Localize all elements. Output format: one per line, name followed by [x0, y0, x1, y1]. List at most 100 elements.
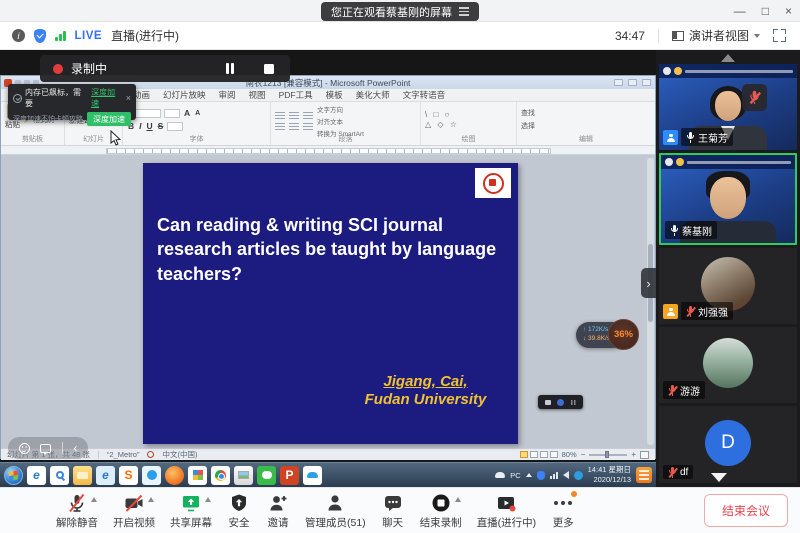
system-monitor-widget[interactable]: ↑ 172K/s ↓ 39.8K/s 36%: [576, 319, 639, 351]
close-button[interactable]: ×: [785, 5, 792, 17]
tray-expand-icon[interactable]: [526, 473, 532, 477]
grow-font-button[interactable]: A: [183, 108, 191, 118]
firefox-icon[interactable]: [165, 466, 184, 485]
sogou-icon[interactable]: S: [119, 466, 138, 485]
shapes-row[interactable]: \ □ ○: [425, 110, 459, 119]
shapes-row[interactable]: △ ◇ ☆: [425, 120, 459, 129]
align-left-button[interactable]: [275, 123, 285, 131]
photo-viewer-icon[interactable]: [234, 466, 253, 485]
folder-icon[interactable]: [73, 466, 92, 485]
expand-panel-button[interactable]: ›: [641, 268, 656, 298]
stop-recording-button[interactable]: 结束录制: [418, 492, 464, 530]
participant-tile-youyou[interactable]: 游游: [659, 327, 797, 403]
align-right-button[interactable]: [303, 123, 313, 131]
zoom-in-button[interactable]: +: [631, 451, 636, 459]
deep-boost-button[interactable]: 深度加速: [87, 112, 131, 126]
powerpoint-window-controls[interactable]: [614, 79, 651, 86]
pause-recording-button[interactable]: [226, 63, 235, 74]
tray-speaker-icon[interactable]: [563, 471, 569, 479]
align-text-button[interactable]: 对齐文本: [317, 116, 364, 126]
mic-options-arrow[interactable]: [91, 497, 97, 502]
spellcheck-icon[interactable]: [147, 451, 154, 458]
zoom-out-button[interactable]: −: [581, 451, 586, 459]
qq-browser-icon[interactable]: [142, 466, 161, 485]
align-center-button[interactable]: [289, 123, 299, 131]
deep-boost-link[interactable]: 深度加速: [91, 87, 123, 109]
participant-tile-df[interactable]: D df: [659, 406, 797, 483]
taskbar-clock[interactable]: 14:41 星期日 2020/12/13: [588, 465, 631, 485]
indent-button[interactable]: [303, 112, 313, 120]
slide[interactable]: Can reading & writing SCI journal resear…: [143, 163, 518, 444]
tab-text-to-speech[interactable]: 文字转语音: [403, 89, 446, 101]
select-button[interactable]: 选择: [521, 121, 535, 131]
participant-tile-caijigang[interactable]: 蔡基刚: [659, 153, 797, 245]
media-icon[interactable]: [545, 400, 551, 405]
media-play-icon[interactable]: [557, 399, 564, 406]
zoom-slider-thumb[interactable]: [605, 451, 609, 458]
minimize-button[interactable]: —: [734, 5, 746, 17]
popup-close-icon[interactable]: ×: [126, 94, 131, 103]
text-direction-button[interactable]: 文字方向: [317, 104, 364, 114]
share-options-arrow[interactable]: [205, 497, 211, 502]
participant-tile-liuqiangqiang[interactable]: 刘强强: [659, 248, 797, 324]
collapse-icon[interactable]: ‹: [73, 442, 77, 454]
tray-network-icon[interactable]: [550, 472, 558, 479]
emoji-reaction-icon[interactable]: [19, 443, 30, 454]
media-more-icon[interactable]: [571, 400, 577, 405]
wechat-icon[interactable]: [257, 466, 276, 485]
end-meeting-button[interactable]: 结束会议: [704, 494, 788, 527]
tab-review[interactable]: 审阅: [219, 89, 236, 101]
browser-icon[interactable]: e: [96, 466, 115, 485]
vertical-scrollbar[interactable]: [647, 158, 654, 445]
strikethrough-button[interactable]: S: [157, 121, 165, 131]
memory-usage-ball[interactable]: 36%: [608, 319, 639, 350]
meeting-protection-shield-icon[interactable]: [34, 29, 46, 43]
start-button[interactable]: [4, 466, 23, 485]
fit-to-window-button[interactable]: [640, 451, 649, 459]
screen-viewing-banner[interactable]: 您正在观看蔡基刚的屏幕: [321, 2, 479, 21]
more-button[interactable]: 更多: [549, 492, 577, 530]
underline-button[interactable]: U: [146, 121, 154, 131]
zoom-slider[interactable]: [589, 454, 627, 456]
tab-pdf-tools[interactable]: PDF工具: [279, 89, 313, 101]
cloud-drive-icon[interactable]: [303, 466, 322, 485]
scroll-down-arrow-icon[interactable]: [711, 473, 727, 482]
start-video-button[interactable]: 开启视频: [111, 492, 157, 530]
info-icon[interactable]: i: [12, 29, 25, 42]
share-screen-button[interactable]: 共享屏幕: [168, 492, 214, 530]
security-button[interactable]: 安全: [225, 492, 253, 530]
recording-options-arrow[interactable]: [455, 497, 461, 502]
powerpoint-taskbar-icon[interactable]: P: [280, 466, 299, 485]
scroll-up-arrow-icon[interactable]: [721, 54, 735, 62]
tray-cloud-icon[interactable]: [495, 472, 505, 478]
shrink-font-button[interactable]: A: [194, 110, 201, 117]
font-size-dropdown[interactable]: [164, 109, 180, 118]
mini-media-控制bar[interactable]: [538, 395, 583, 409]
internet-explorer-icon[interactable]: e: [27, 466, 46, 485]
font-color-button[interactable]: [167, 122, 183, 131]
search-icon[interactable]: [50, 466, 69, 485]
office-grid-icon[interactable]: [188, 466, 207, 485]
tab-slideshow[interactable]: 幻灯片放映: [163, 89, 206, 101]
chat-button[interactable]: 聊天: [379, 492, 407, 530]
bullets-button[interactable]: [275, 112, 285, 120]
numbering-button[interactable]: [289, 112, 299, 120]
fullscreen-icon[interactable]: [773, 29, 786, 42]
banner-menu-icon[interactable]: [459, 7, 469, 16]
input-method-indicator[interactable]: PC: [510, 471, 520, 480]
unmute-button[interactable]: 解除静音: [54, 492, 100, 530]
video-options-arrow[interactable]: [148, 497, 154, 502]
invite-button[interactable]: 邀请: [264, 492, 292, 530]
language-indicator[interactable]: 中文(中国): [162, 449, 197, 460]
italic-button[interactable]: I: [138, 121, 142, 131]
chat-bubble-icon[interactable]: [40, 444, 51, 453]
tab-beautify[interactable]: 美化大师: [356, 89, 390, 101]
live-streaming-button[interactable]: 直播(进行中): [475, 492, 539, 530]
chrome-icon[interactable]: [211, 466, 230, 485]
view-mode-button[interactable]: 演讲者视图: [672, 27, 760, 44]
manage-members-button[interactable]: 管理成员(51): [303, 492, 368, 530]
participant-tile-wangjufang[interactable]: 王菊芳: [659, 64, 797, 150]
muted-indicator-float[interactable]: [742, 84, 767, 111]
view-mode-buttons[interactable]: [520, 451, 558, 458]
tray-shield-icon[interactable]: [537, 471, 545, 480]
